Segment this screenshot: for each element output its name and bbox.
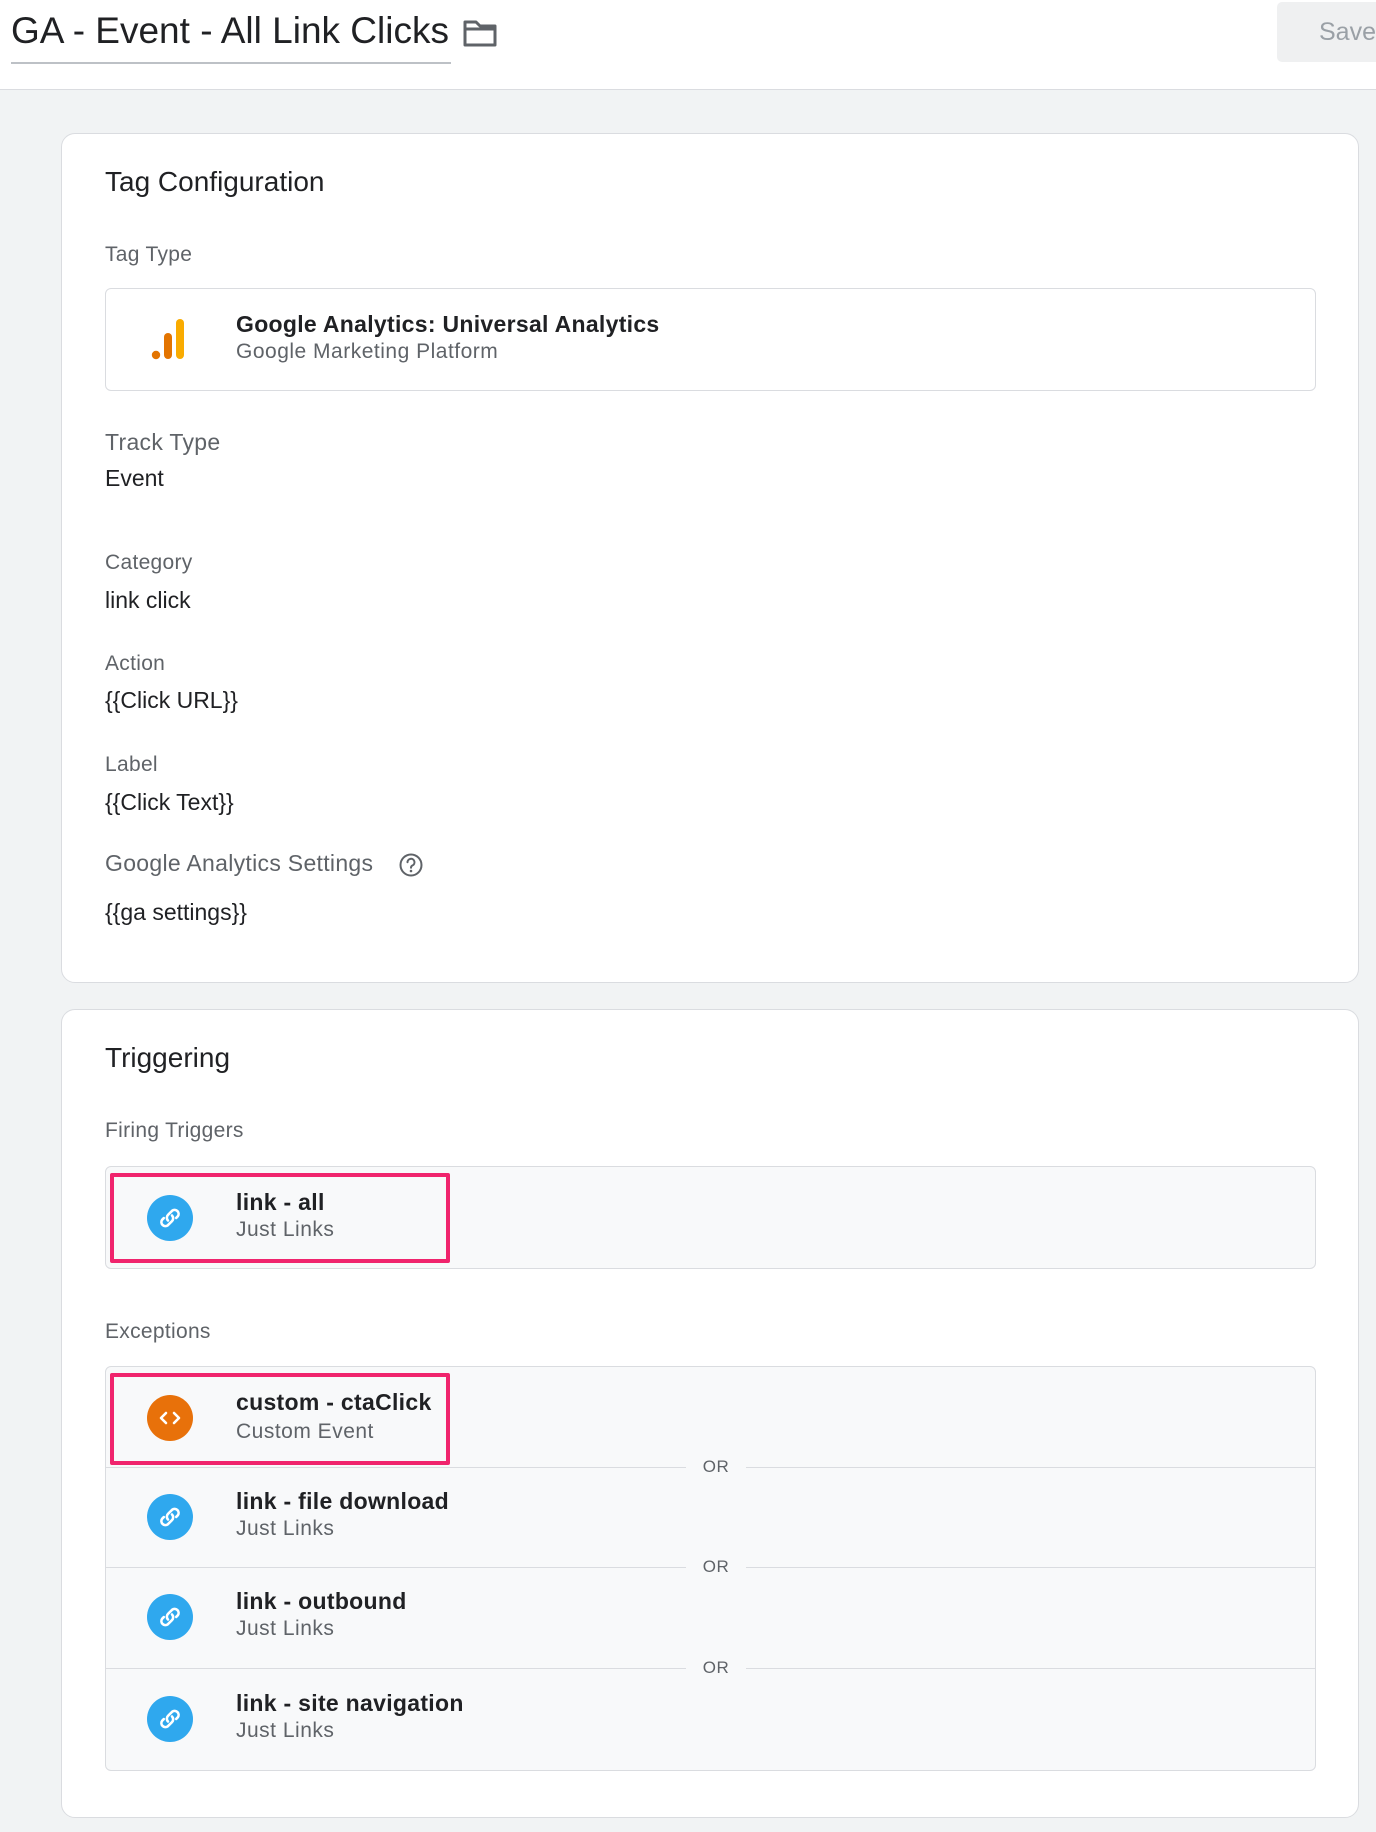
- help-icon[interactable]: [398, 852, 424, 878]
- tag-type-name: Google Analytics: Universal Analytics: [236, 311, 660, 337]
- trigger-type: Just Links: [236, 1617, 335, 1640]
- track-type-value: Event: [105, 465, 164, 491]
- exception-row[interactable]: link - site navigation Just Links: [106, 1669, 1315, 1769]
- link-icon: [147, 1594, 193, 1640]
- tag-type-selector[interactable]: Google Analytics: Universal Analytics Go…: [105, 288, 1316, 391]
- google-analytics-icon: [151, 319, 184, 360]
- trigger-name: link - site navigation: [236, 1690, 464, 1716]
- trigger-type: Just Links: [236, 1517, 335, 1540]
- ga-settings-value: {{ga settings}}: [105, 899, 247, 925]
- folder-icon[interactable]: [462, 18, 498, 48]
- exception-row[interactable]: link - file download Just Links: [106, 1468, 1315, 1568]
- ga-settings-label: Google Analytics Settings: [105, 850, 374, 876]
- firing-triggers-label: Firing Triggers: [105, 1119, 244, 1142]
- card-title: Triggering: [105, 1042, 231, 1073]
- trigger-type: Just Links: [236, 1719, 335, 1742]
- link-icon: [147, 1696, 193, 1742]
- action-label: Action: [105, 652, 166, 675]
- top-bar: GA - Event - All Link Clicks Save: [0, 0, 1376, 90]
- category-value: link click: [105, 587, 191, 613]
- trigger-name: link - file download: [236, 1488, 449, 1514]
- card-title: Tag Configuration: [105, 166, 325, 197]
- exception-row[interactable]: link - outbound Just Links: [106, 1568, 1315, 1668]
- trigger-name: link - outbound: [236, 1588, 407, 1614]
- tag-type-label: Tag Type: [105, 243, 193, 266]
- exceptions-label: Exceptions: [105, 1320, 211, 1343]
- action-value: {{Click URL}}: [105, 687, 238, 713]
- label-label: Label: [105, 753, 158, 776]
- tag-name-field[interactable]: GA - Event - All Link Clicks: [11, 6, 451, 64]
- track-type-label: Track Type: [105, 429, 221, 455]
- highlight-box: [110, 1173, 450, 1263]
- label-value: {{Click Text}}: [105, 789, 234, 815]
- triggering-card[interactable]: Triggering Firing Triggers link - all Ju…: [61, 1009, 1359, 1818]
- tag-type-provider: Google Marketing Platform: [236, 340, 499, 363]
- link-icon: [147, 1494, 193, 1540]
- category-label: Category: [105, 551, 193, 574]
- highlight-box: [110, 1373, 450, 1465]
- tag-configuration-card[interactable]: Tag Configuration Tag Type Google Analyt…: [61, 133, 1359, 983]
- save-button[interactable]: Save: [1277, 2, 1376, 62]
